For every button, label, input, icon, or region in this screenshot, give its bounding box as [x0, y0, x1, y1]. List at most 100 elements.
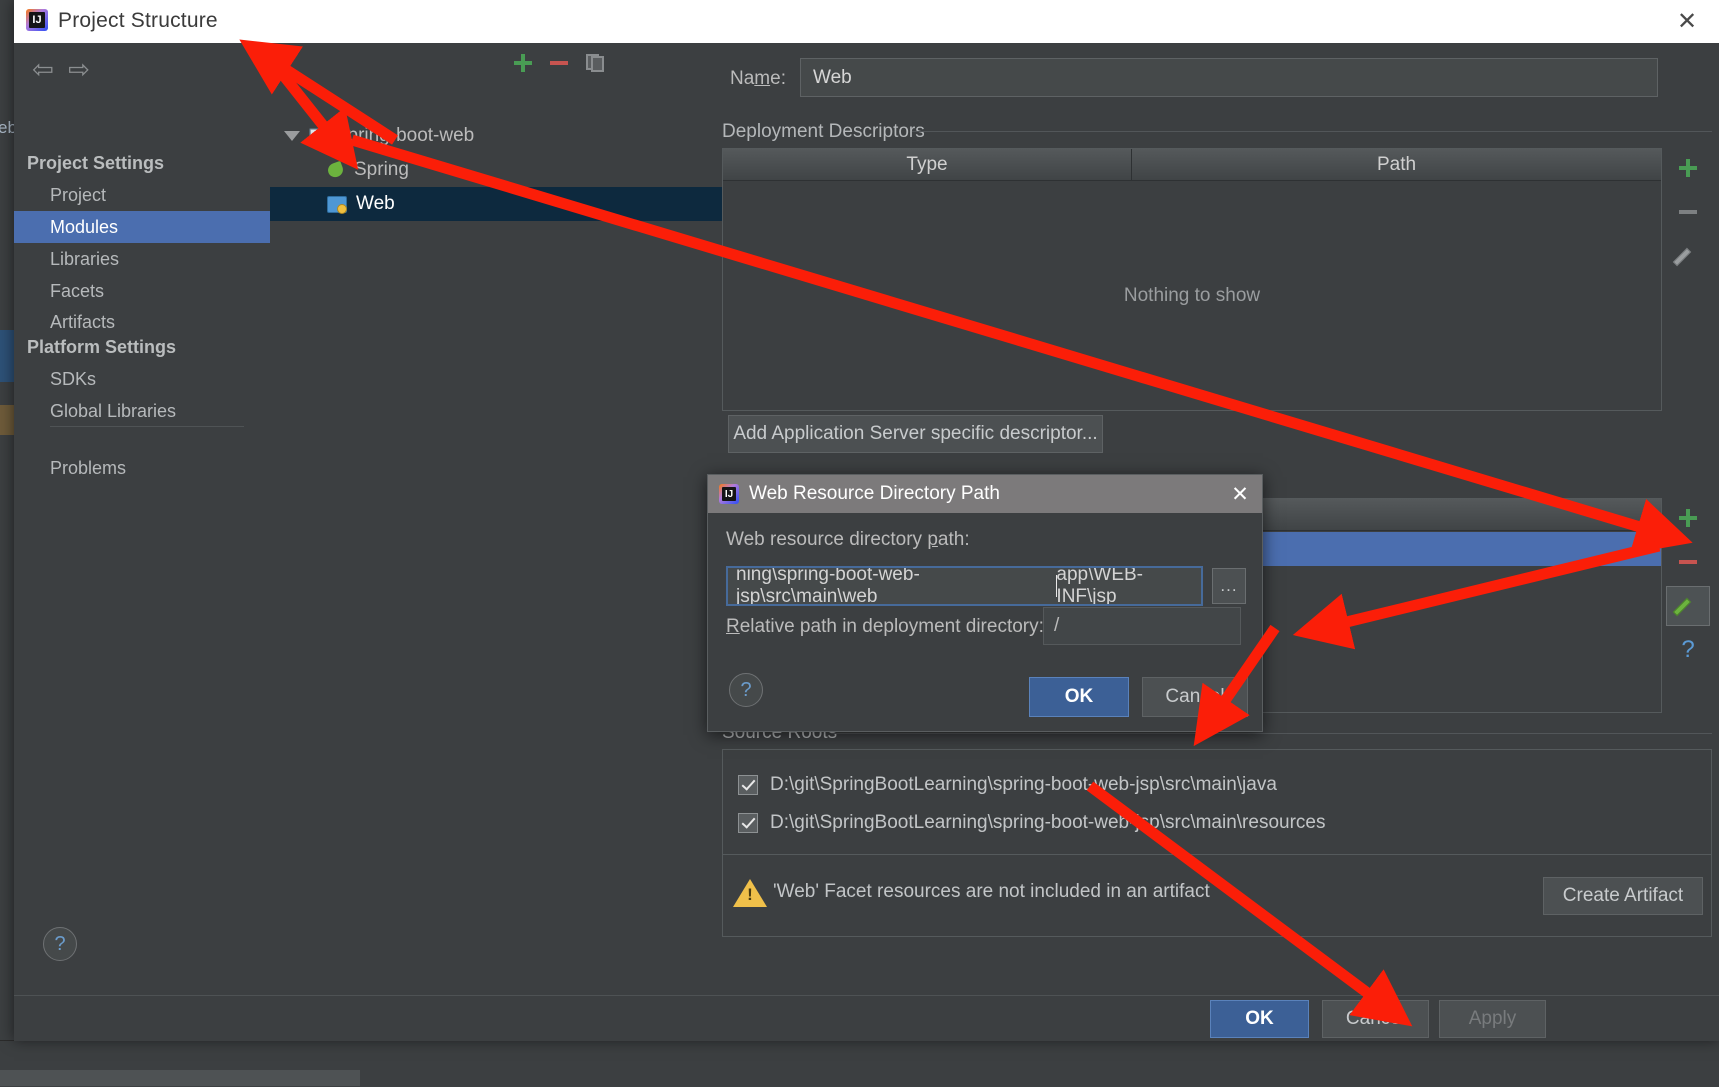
minus-icon	[550, 61, 568, 65]
sidebar-item-project[interactable]: Project	[14, 179, 270, 211]
deployment-descriptors-table[interactable]: Type Path Nothing to show	[722, 148, 1662, 411]
dialog-titlebar: IJ Project Structure ✕	[14, 0, 1719, 44]
intellij-idea-icon: IJ	[26, 9, 48, 31]
deployment-descriptors-divider	[912, 131, 1712, 132]
pencil-icon	[1672, 595, 1699, 617]
tree-node-label: Spring	[354, 159, 409, 180]
source-roots-list[interactable]: D:\git\SpringBootLearning\spring-boot-we…	[722, 749, 1712, 855]
arrow-right-icon[interactable]: ⇨	[62, 54, 96, 84]
add-module-button[interactable]	[506, 47, 540, 79]
column-header-type[interactable]: Type	[723, 149, 1131, 180]
sidebar-item-artifacts[interactable]: Artifacts	[14, 306, 270, 338]
web-icon	[327, 195, 347, 214]
browse-directory-button[interactable]: ...	[1212, 568, 1246, 604]
ide-background-statusbar	[0, 1070, 360, 1086]
sidebar-item-global-libraries[interactable]: Global Libraries	[14, 395, 270, 427]
list-item[interactable]: D:\git\SpringBootLearning\spring-boot-we…	[723, 806, 1325, 840]
modal-help-icon[interactable]: ?	[729, 673, 763, 707]
copy-icon	[586, 54, 604, 72]
sidebar-group-project-settings: Project Settings	[27, 153, 165, 173]
help-icon[interactable]: ?	[43, 927, 77, 961]
list-item[interactable]: D:\git\SpringBootLearning\spring-boot-we…	[723, 768, 1277, 802]
web-resource-path-value-after-caret: app\WEB-INF\jsp	[1056, 566, 1144, 606]
sidebar-item-sdks[interactable]: SDKs	[14, 363, 270, 395]
deployment-descriptors-group-label: Deployment Descriptors	[722, 121, 935, 143]
relative-path-label: Relative path in deployment directory:	[726, 616, 1044, 637]
tree-node-label: spring-boot-web	[338, 125, 475, 146]
add-descriptor-button[interactable]	[1666, 148, 1710, 188]
plus-icon	[1679, 509, 1697, 527]
web-resource-path-input[interactable]: ning\spring-boot-web-jsp\src\main\web app…	[726, 566, 1203, 606]
spring-icon	[327, 161, 345, 179]
close-icon[interactable]: ✕	[1218, 475, 1262, 513]
deployment-descriptors-toolbar	[1666, 148, 1710, 348]
facet-name-input[interactable]: Web	[800, 58, 1658, 97]
settings-sidebar: ⇦ ⇨ Project Settings Platform Settings P…	[14, 43, 271, 995]
facet-name-value: Web	[813, 66, 852, 88]
create-artifact-button[interactable]: Create Artifact	[1543, 877, 1703, 915]
sidebar-item-problems[interactable]: Problems	[14, 452, 270, 484]
remove-web-resource-directory-button[interactable]	[1666, 542, 1710, 582]
table-header-row: Type Path	[723, 149, 1661, 181]
web-resource-directory-path-dialog: IJ Web Resource Directory Path ✕ Web res…	[707, 474, 1263, 732]
chevron-down-icon[interactable]	[284, 131, 300, 141]
warning-icon: !	[733, 877, 767, 907]
web-resource-path-value-before-caret: ning\spring-boot-web-jsp\src\main\web	[736, 566, 920, 606]
apply-button[interactable]: Apply	[1439, 1000, 1546, 1038]
minus-icon	[1679, 560, 1697, 564]
web-resource-help-button[interactable]: ?	[1666, 630, 1710, 670]
add-app-server-descriptor-button[interactable]: Add Application Server specific descript…	[728, 415, 1103, 453]
checkbox-checked-icon[interactable]	[738, 775, 758, 795]
sidebar-item-facets[interactable]: Facets	[14, 275, 270, 307]
web-resource-directories-toolbar: ?	[1666, 498, 1710, 698]
copy-module-button[interactable]	[578, 47, 612, 79]
checkbox-checked-icon[interactable]	[738, 813, 758, 833]
modal-titlebar: IJ Web Resource Directory Path ✕	[708, 475, 1262, 513]
plus-icon	[514, 54, 532, 72]
pencil-icon	[1672, 245, 1699, 267]
relative-path-input[interactable]: /	[1043, 607, 1241, 645]
close-icon[interactable]: ✕	[1655, 0, 1719, 43]
intellij-idea-icon: IJ	[719, 484, 739, 504]
modules-tree-panel: spring-boot-web Spring Web	[270, 43, 779, 995]
artifact-warning-text: 'Web' Facet resources are not included i…	[773, 881, 1210, 902]
relative-path-value: /	[1054, 615, 1060, 636]
sidebar-group-platform-settings: Platform Settings	[27, 337, 177, 357]
sidebar-item-libraries[interactable]: Libraries	[14, 243, 270, 275]
cancel-button[interactable]: Cancel	[1322, 1000, 1429, 1038]
sidebar-divider	[50, 426, 244, 427]
arrow-left-icon[interactable]: ⇦	[26, 54, 60, 84]
remove-descriptor-button[interactable]	[1666, 192, 1710, 232]
sidebar-history-controls: ⇦ ⇨	[20, 49, 130, 89]
screen-root: eb IJ Project Structure ✕ ⇦ ⇨ Project Se…	[0, 0, 1719, 1087]
artifact-warning-row: ! 'Web' Facet resources are not included…	[723, 875, 1210, 909]
modal-ok-button[interactable]: OK	[1029, 677, 1129, 717]
remove-module-button[interactable]	[542, 47, 576, 79]
help-icon: ?	[1681, 636, 1695, 663]
plus-icon	[1679, 159, 1697, 177]
module-icon	[309, 128, 329, 144]
source-roots-divider	[832, 733, 1712, 734]
dialog-button-bar: OK Cancel Apply	[14, 995, 1719, 1041]
name-label: Name:	[730, 68, 786, 89]
minus-icon	[1679, 210, 1697, 214]
tree-node-web-facet[interactable]: Web	[270, 187, 779, 221]
modal-title-text: Web Resource Directory Path	[749, 483, 1000, 504]
tree-node-spring-boot-web[interactable]: spring-boot-web	[270, 119, 736, 153]
artifact-warning-panel: ! 'Web' Facet resources are not included…	[722, 855, 1712, 937]
source-root-path: D:\git\SpringBootLearning\spring-boot-we…	[770, 812, 1326, 833]
modal-cancel-button[interactable]: Cancel	[1142, 677, 1248, 717]
tree-node-spring-facet[interactable]: Spring	[270, 153, 779, 187]
web-resource-path-label: Web resource directory path:	[726, 529, 970, 550]
source-root-path: D:\git\SpringBootLearning\spring-boot-we…	[770, 774, 1277, 795]
tree-node-label: Web	[356, 193, 395, 214]
dialog-title: Project Structure	[58, 9, 218, 32]
table-empty-message: Nothing to show	[1123, 285, 1261, 306]
edit-descriptor-button[interactable]	[1666, 236, 1710, 276]
edit-web-resource-directory-button[interactable]	[1666, 586, 1710, 626]
ok-button[interactable]: OK	[1210, 1000, 1309, 1038]
column-header-path[interactable]: Path	[1131, 149, 1661, 180]
add-web-resource-directory-button[interactable]	[1666, 498, 1710, 538]
modules-tree-toolbar	[270, 43, 722, 83]
sidebar-item-modules[interactable]: Modules	[14, 211, 270, 243]
